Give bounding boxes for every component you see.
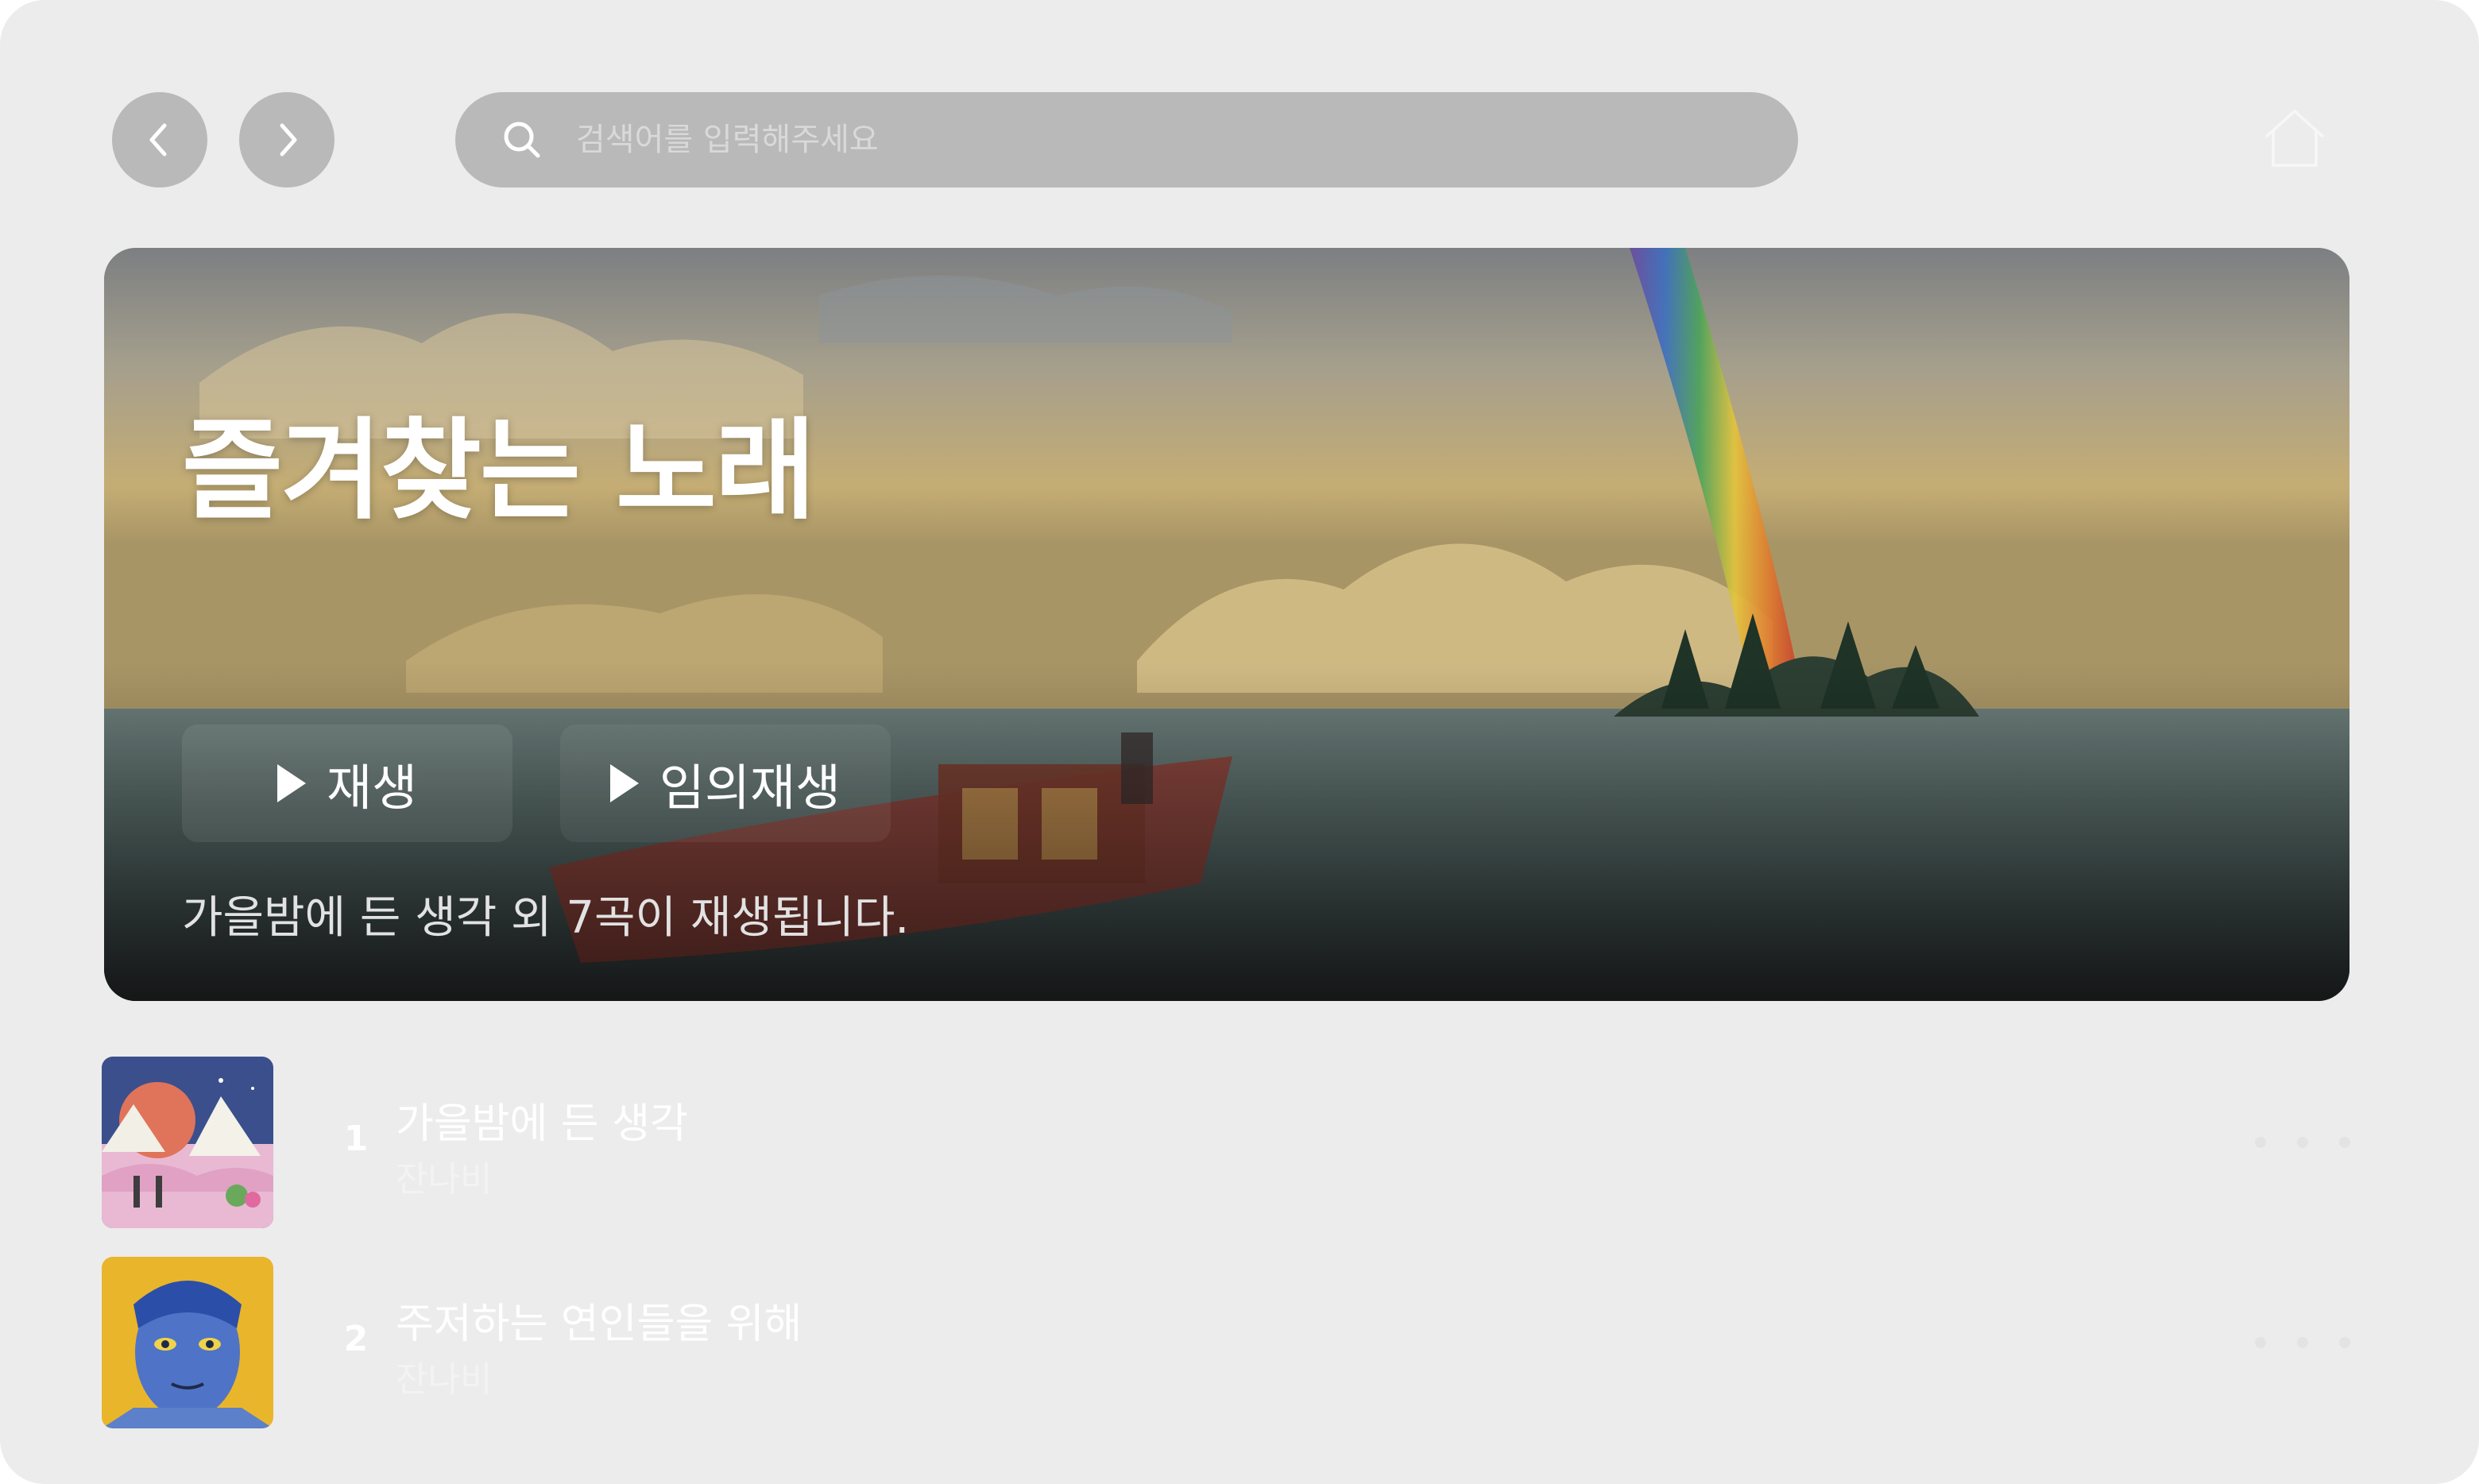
more-icon xyxy=(2339,1337,2350,1348)
chevron-left-icon xyxy=(149,123,167,157)
play-icon xyxy=(277,764,306,802)
more-icon xyxy=(2255,1137,2266,1148)
app-window: 즐겨찾는 노래 재생 임의재생 가을밤에 든 생각 외 7곡이 재생됩니다. xyxy=(0,0,2479,1484)
playlist-summary: 가을밤에 든 생각 외 7곡이 재생됩니다. xyxy=(182,892,910,944)
track-artist: 잔나비 xyxy=(396,1359,493,1400)
forward-button[interactable] xyxy=(239,92,335,187)
search-bar[interactable] xyxy=(455,92,1798,187)
shuffle-button-label: 임의재생 xyxy=(659,759,841,817)
shuffle-play-button[interactable]: 임의재생 xyxy=(560,725,891,842)
play-icon xyxy=(609,764,639,802)
playlist-hero-banner: 즐겨찾는 노래 재생 임의재생 가을밤에 든 생각 외 7곡이 재생됩니다. xyxy=(104,248,2349,1001)
chevron-right-icon xyxy=(280,123,297,157)
album-cover xyxy=(102,1057,273,1228)
track-title: 주저하는 연인들을 위해 xyxy=(396,1300,802,1348)
more-options-button[interactable] xyxy=(2255,1119,2350,1166)
track-row[interactable]: 1 가을밤에 든 생각 잔나비 xyxy=(102,1057,2350,1228)
track-number: 1 xyxy=(343,1119,369,1159)
search-input[interactable] xyxy=(576,108,1798,172)
playlist-title: 즐겨찾는 노래 xyxy=(182,407,816,535)
search-icon xyxy=(500,118,544,162)
track-artist: 잔나비 xyxy=(396,1159,493,1200)
back-button[interactable] xyxy=(112,92,207,187)
play-button-label: 재생 xyxy=(326,759,418,817)
more-options-button[interactable] xyxy=(2255,1319,2350,1366)
more-icon xyxy=(2297,1337,2308,1348)
track-title: 가을밤에 든 생각 xyxy=(396,1100,688,1148)
home-icon xyxy=(2264,110,2325,167)
track-number: 2 xyxy=(343,1319,369,1359)
more-icon xyxy=(2339,1137,2350,1148)
track-row[interactable]: 2 주저하는 연인들을 위해 잔나비 xyxy=(102,1257,2350,1428)
album-cover xyxy=(102,1257,273,1428)
more-icon xyxy=(2297,1137,2308,1148)
home-button[interactable] xyxy=(2255,99,2334,178)
play-button[interactable]: 재생 xyxy=(182,725,512,842)
more-icon xyxy=(2255,1337,2266,1348)
